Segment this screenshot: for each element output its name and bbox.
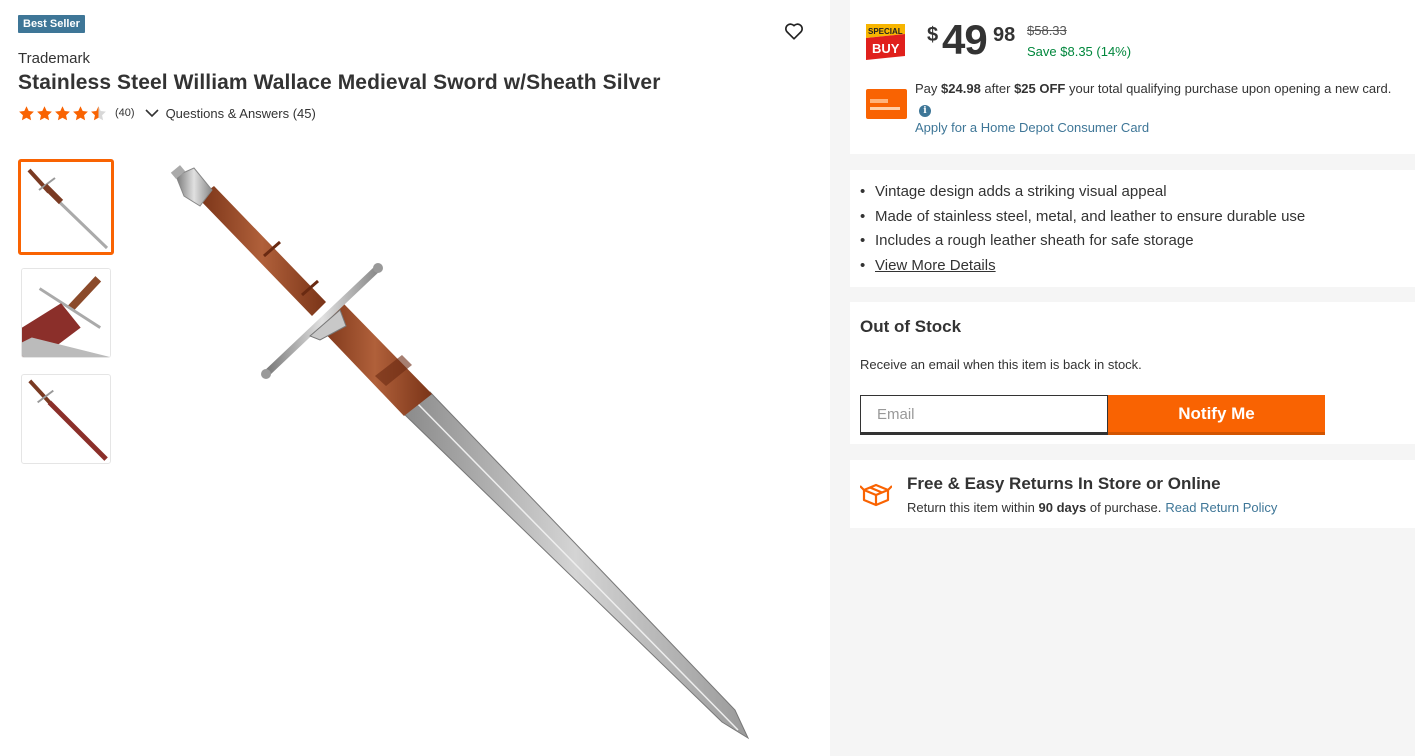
main-product-image[interactable] [150, 150, 790, 750]
savings-text: Save $8.35 (14%) [1027, 44, 1132, 59]
review-count[interactable]: (40) [115, 107, 135, 119]
thumbnail-3[interactable] [21, 374, 111, 464]
rating-stars[interactable] [18, 105, 107, 122]
buy-label: BUY [872, 41, 900, 56]
card-promo-text: Pay $24.98 after $25 OFF your total qual… [915, 81, 1392, 117]
stock-card: Out of Stock Receive an email when this … [850, 302, 1415, 444]
chevron-down-icon[interactable] [144, 105, 160, 121]
price-dollar-sign: $ [927, 24, 939, 46]
stock-status: Out of Stock [860, 317, 962, 336]
highlight-item: • Includes a rough leather sheath for saf… [860, 232, 1194, 249]
star-icon [73, 105, 88, 120]
star-half-icon [91, 105, 106, 120]
special-label: SPECIAL [868, 27, 903, 36]
credit-card-image [866, 89, 907, 119]
highlights-list: • Vintage design adds a striking visual a… [860, 180, 1305, 278]
product-title: Stainless Steel William Wallace Medieval… [18, 71, 661, 94]
questions-answers-link[interactable]: Questions & Answers (45) [166, 106, 316, 121]
brand-link[interactable]: Trademark [18, 50, 90, 67]
best-seller-badge: Best Seller [18, 15, 85, 33]
special-buy-badge: SPECIAL BUY [866, 24, 905, 60]
thumbnail-1[interactable] [18, 159, 114, 255]
box-icon [860, 483, 892, 507]
product-media-column: Best Seller Trademark Stainless Steel Wi… [0, 0, 830, 756]
read-return-policy-link[interactable]: Read Return Policy [1165, 500, 1277, 515]
heart-icon[interactable] [783, 20, 805, 42]
returns-text: Return this item within 90 days of purch… [907, 500, 1278, 515]
returns-title: Free & Easy Returns In Store or Online [907, 474, 1221, 493]
apply-card-link[interactable]: Apply for a Home Depot Consumer Card [915, 120, 1149, 135]
highlight-item: • Made of stainless steel, metal, and lea… [860, 207, 1306, 225]
info-icon[interactable]: i [919, 104, 931, 117]
buybox-column: SPECIAL BUY $ 49 98 $58.33 Save $8.35 (1… [830, 0, 1415, 756]
highlight-item: • View More Details [860, 254, 1305, 279]
price-cents: 98 [993, 24, 1016, 46]
was-price: $58.33 [1027, 23, 1067, 38]
highlight-item: • Vintage design adds a striking visual a… [860, 183, 1167, 200]
highlights-card: • Vintage design adds a striking visual a… [850, 170, 1415, 287]
view-more-details-link[interactable]: View More Details [875, 254, 996, 279]
star-icon [19, 105, 34, 120]
star-icon [55, 105, 70, 120]
sword-thumbnail-image [27, 168, 109, 250]
star-icon [37, 105, 52, 120]
notify-me-button[interactable]: Notify Me [1108, 395, 1325, 435]
thumbnail-2[interactable] [21, 268, 111, 358]
price-card: SPECIAL BUY $ 49 98 $58.33 Save $8.35 (1… [850, 0, 1415, 154]
sword-closeup-thumbnail-image [22, 269, 110, 357]
returns-card: Free & Easy Returns In Store or Online R… [850, 460, 1415, 528]
stock-message: Receive an email when this item is back … [860, 357, 1142, 372]
rating-row: (40) Questions & Answers (45) [18, 104, 316, 122]
email-input[interactable] [860, 395, 1108, 435]
price-dollars: 49 [942, 16, 988, 63]
sheath-thumbnail-image [28, 379, 108, 461]
